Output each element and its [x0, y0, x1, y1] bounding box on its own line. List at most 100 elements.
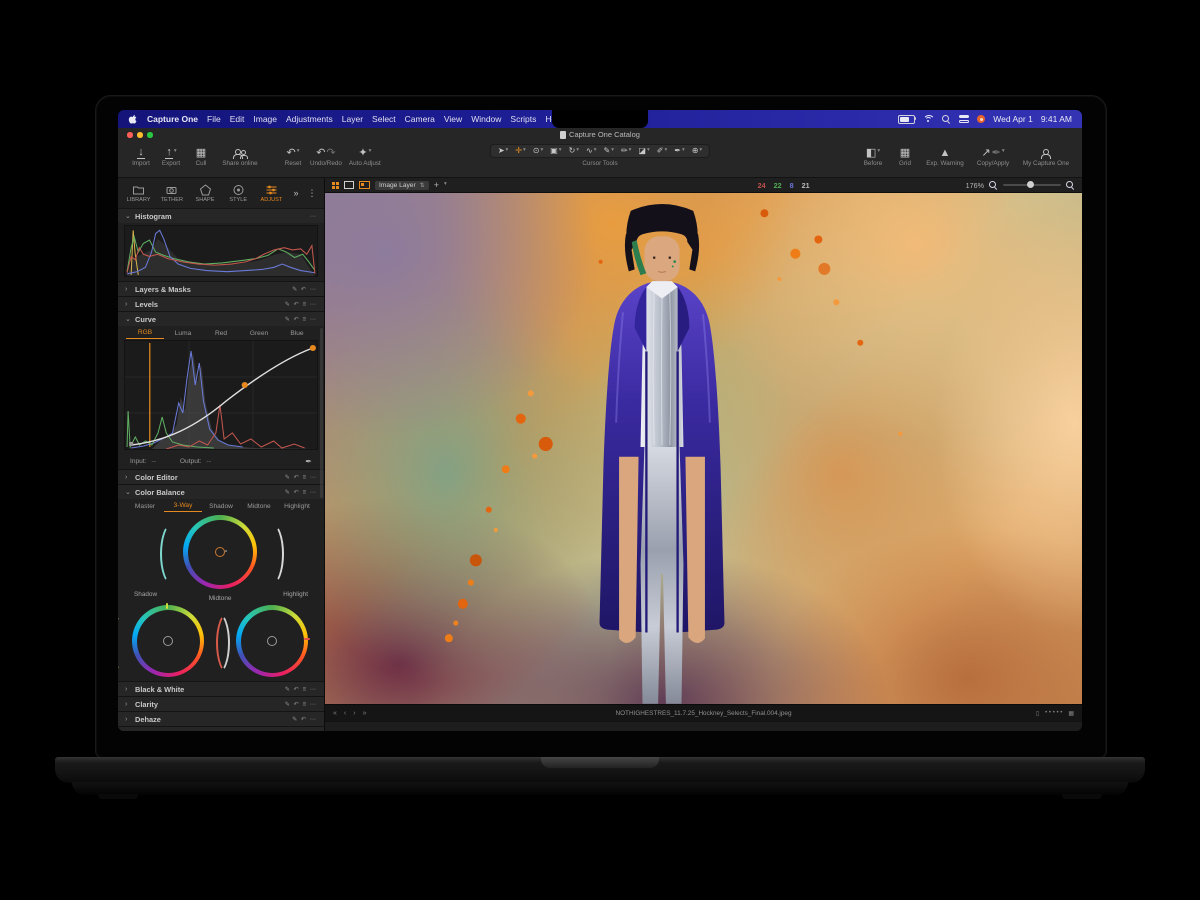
single-view-icon[interactable]	[344, 181, 354, 189]
exposure-warning-button[interactable]: ▲ Exp. Warning	[924, 144, 966, 167]
midtone-color-wheel[interactable]	[183, 515, 257, 589]
highlight-right-slider[interactable]	[308, 612, 325, 670]
tabs-more-button[interactable]: ⋮	[305, 188, 319, 199]
zoom-slider[interactable]	[1003, 184, 1061, 186]
my-capture-one-button[interactable]: My Capture One	[1020, 144, 1072, 167]
panel-action-icons[interactable]: ⋯	[310, 213, 317, 220]
color-editor-panel-header[interactable]: › Color Editor ✎ ↶ ≡ ⋯	[118, 469, 324, 484]
highlight-left-slider[interactable]	[216, 612, 236, 670]
panel-action-icons[interactable]: ✎ ↶ ≡ ⋯	[285, 489, 317, 496]
apple-logo-icon[interactable]	[128, 113, 138, 125]
panel-action-icons[interactable]: ✎ ↶ ≡ ⋯	[285, 701, 317, 708]
spot-tool[interactable]: ⊕▾	[692, 147, 702, 155]
midtone-left-slider[interactable]	[160, 523, 180, 581]
highlight-wheel-center[interactable]	[267, 636, 277, 646]
zoom-out-icon[interactable]	[989, 181, 998, 190]
capture-one-menubar-icon[interactable]	[977, 115, 985, 123]
expand-tabs-button[interactable]: »	[289, 188, 303, 198]
straighten-tool[interactable]: ∿▾	[586, 147, 596, 155]
menu-file[interactable]: File	[207, 114, 221, 124]
levels-panel-header[interactable]: › Levels ✎ ↶ ≡ ⋯	[118, 296, 324, 311]
clarity-panel-header[interactable]: › Clarity ✎ ↶ ≡ ⋯	[118, 696, 324, 711]
share-online-button[interactable]: Share online	[218, 144, 262, 167]
curve-tab-rgb[interactable]: RGB	[126, 327, 164, 339]
curve-graph[interactable]	[124, 340, 318, 450]
dehaze-panel-header[interactable]: › Dehaze ✎ ↶ ⋯	[118, 711, 324, 726]
panel-action-icons[interactable]: ✎ ↶ ≡ ⋯	[285, 316, 317, 323]
reset-button[interactable]: ↶▾ Reset	[280, 144, 306, 167]
shadow-color-wheel[interactable]	[132, 605, 204, 677]
menu-edit[interactable]: Edit	[230, 114, 245, 124]
tab-adjust[interactable]: ADJUST	[256, 184, 287, 203]
brush-tool[interactable]: ✏▾	[621, 147, 631, 155]
erase-mask-tool[interactable]: ◪▾	[638, 147, 649, 155]
menu-scripts[interactable]: Scripts	[510, 114, 536, 124]
color-balance-panel-header[interactable]: ⌄ Color Balance ✎ ↶ ≡ ⋯	[118, 484, 324, 499]
vignetting-panel-header[interactable]: › Vignetting ✎ ↶ ≡ ⋯	[118, 726, 324, 731]
tab-tether[interactable]: TETHER	[156, 184, 187, 203]
layers-masks-panel-header[interactable]: › Layers & Masks ✎ ↶ ⋯	[118, 281, 324, 296]
undo-redo-button[interactable]: ↶↷ Undo/Redo	[310, 144, 342, 167]
eyedropper-icon[interactable]: ✒	[305, 457, 312, 466]
curve-tab-red[interactable]: Red	[202, 328, 240, 339]
draw-mask-tool[interactable]: ✎▾	[604, 147, 614, 155]
cb-tab-midtone[interactable]: Midtone	[240, 501, 278, 512]
cb-tab-master[interactable]: Master	[126, 501, 164, 512]
menu-image[interactable]: Image	[253, 114, 277, 124]
select-tool[interactable]: ➤▾	[498, 147, 508, 155]
copy-apply-button[interactable]: ↗✒▾ Copy/Apply	[972, 144, 1014, 167]
curve-panel-header[interactable]: ⌄ Curve ✎ ↶ ≡ ⋯	[118, 311, 324, 326]
midtone-wheel-center[interactable]	[215, 547, 225, 557]
heal-tool[interactable]: ✐▾	[657, 147, 667, 155]
photo-canvas[interactable]	[325, 193, 1082, 704]
midtone-right-slider[interactable]	[260, 523, 280, 581]
menu-adjustments[interactable]: Adjustments	[286, 114, 333, 124]
shadow-left-slider[interactable]	[118, 612, 132, 670]
control-center-icon[interactable]	[959, 115, 970, 123]
rotate-tool[interactable]: ↻▾	[569, 147, 579, 155]
zoom-slider-knob[interactable]	[1027, 181, 1034, 188]
panel-action-icons[interactable]: ✎ ↶ ≡ ⋯	[285, 474, 317, 481]
menu-select[interactable]: Select	[372, 114, 396, 124]
import-button[interactable]: ↓ Import	[128, 144, 154, 167]
highlight-color-wheel[interactable]	[236, 605, 308, 677]
wifi-icon[interactable]	[923, 115, 934, 124]
tab-style[interactable]: STYLE	[223, 184, 254, 203]
pan-tool[interactable]: ✛▾	[515, 147, 525, 155]
menu-layer[interactable]: Layer	[342, 114, 363, 124]
panel-action-icons[interactable]: ✎ ↶ ≡ ⋯	[285, 301, 317, 308]
cull-button[interactable]: ▦ Cull	[188, 144, 214, 167]
menu-window[interactable]: Window	[471, 114, 501, 124]
tab-library[interactable]: LIBRARY	[123, 184, 154, 203]
tab-shape[interactable]: SHAPE	[189, 184, 220, 203]
clone-tool[interactable]: ✒▾	[674, 147, 684, 155]
cb-tab-highlight[interactable]: Highlight	[278, 501, 316, 512]
layer-selector[interactable]: Image Layer ⇅	[375, 181, 429, 190]
cb-tab-shadow[interactable]: Shadow	[202, 501, 240, 512]
menu-camera[interactable]: Camera	[405, 114, 435, 124]
cb-tab-3way[interactable]: 3-Way	[164, 500, 202, 512]
crop-tool[interactable]: ▣▾	[550, 147, 561, 155]
menu-date[interactable]: Wed Apr 1	[993, 114, 1033, 124]
panel-action-icons[interactable]: ✎ ↶ ⋯	[292, 716, 317, 723]
curve-tab-luma[interactable]: Luma	[164, 328, 202, 339]
battery-icon[interactable]	[898, 115, 915, 124]
menu-view[interactable]: View	[444, 114, 462, 124]
grid-button[interactable]: ▦ Grid	[892, 144, 918, 167]
panel-action-icons[interactable]: ✎ ↶ ⋯	[292, 286, 317, 293]
multi-view-icon[interactable]	[332, 182, 339, 189]
sidebar-scrollbar[interactable]	[320, 328, 323, 498]
menu-app-name[interactable]: Capture One	[147, 114, 198, 124]
before-button[interactable]: ◧▾ Before	[860, 144, 886, 167]
curve-tab-blue[interactable]: Blue	[278, 328, 316, 339]
curve-tab-green[interactable]: Green	[240, 328, 278, 339]
loupe-tool[interactable]: ⊙▾	[533, 147, 543, 155]
zoom-in-icon[interactable]	[1066, 181, 1075, 190]
panel-action-icons[interactable]: ✎ ↶ ≡ ⋯	[285, 686, 317, 693]
proof-view-icon[interactable]	[359, 181, 370, 189]
export-button[interactable]: ↑▾ Export	[158, 144, 184, 167]
panel-action-icons[interactable]: ✎ ↶ ≡ ⋯	[285, 731, 317, 732]
histogram-panel-header[interactable]: ⌄ Histogram ⋯	[118, 209, 324, 223]
shadow-wheel-center[interactable]	[163, 636, 173, 646]
auto-adjust-button[interactable]: ✦▾ Auto Adjust	[346, 144, 384, 167]
